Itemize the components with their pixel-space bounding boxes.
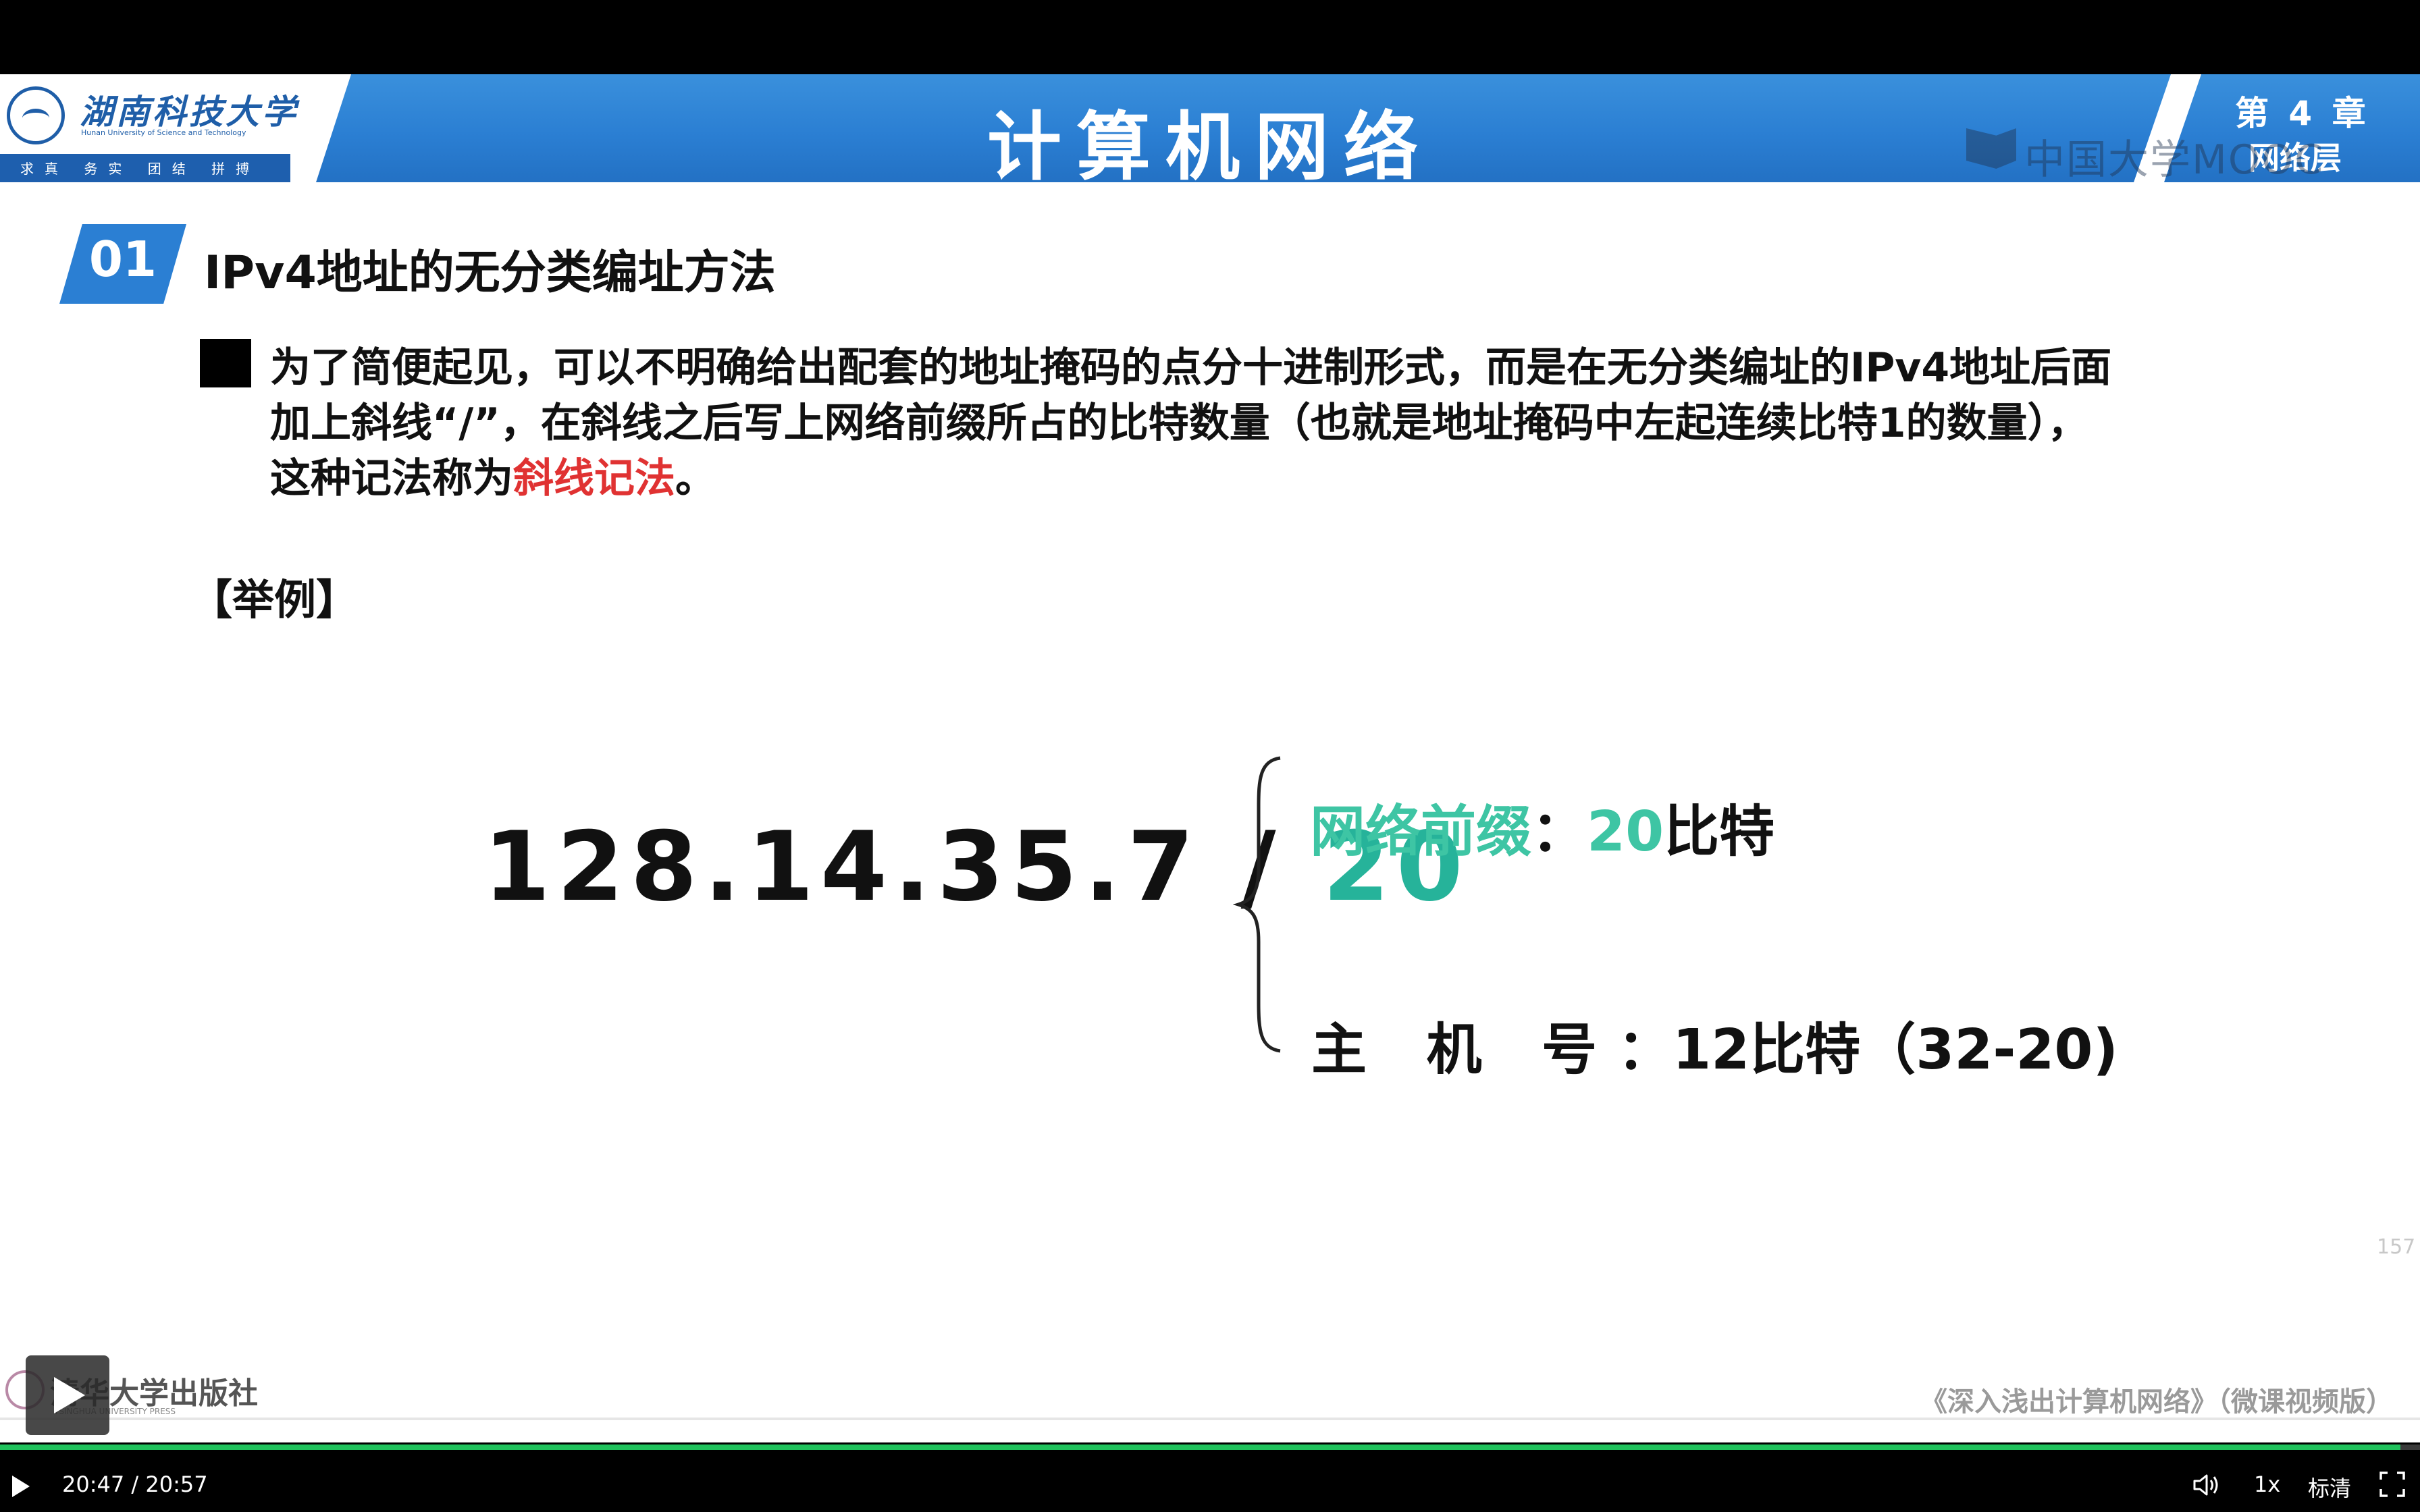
playback-speed-button[interactable]: 1x [2254,1472,2280,1497]
page-mark: 157 [2377,1235,2416,1259]
network-prefix-label: 网络前缀：20比特 [1310,786,1774,867]
host-number-key: 主 机 号 [1311,1018,1618,1082]
paragraph-line-3: 这种记法称为斜线记法。 [270,446,716,504]
play-icon[interactable] [12,1476,30,1497]
quality-button[interactable]: 标清 [2308,1472,2351,1503]
paragraph-line-1: 为了简便起见，可以不明确给出配套的地址掩码的点分十进制形式，而是在无分类编址的I… [270,344,2112,392]
book-title: 《深入浅出计算机网络》（微课视频版） [1920,1386,2393,1418]
paragraph-line-3-suffix: 。 [675,455,716,502]
network-prefix-unit: 比特 [1664,800,1775,864]
host-number-value: 12比特（32-20) [1673,1018,2118,1082]
bullet-square-icon [200,339,251,387]
volume-icon[interactable] [2192,1472,2221,1498]
network-prefix-bits: 20 [1587,800,1664,864]
big-play-button[interactable] [26,1355,109,1435]
fullscreen-icon[interactable] [2379,1472,2405,1497]
ip-address: 128.14.35.7 / [483,811,1323,923]
section-title: IPv4地址的无分类编址方法 [204,246,776,300]
network-prefix-colon: ： [1531,800,1587,864]
section-number: 01 [88,231,157,288]
host-number-colon: ： [1617,1018,1673,1082]
example-label: 【举例】 [190,575,359,624]
current-time: 20:47 [62,1472,125,1497]
curly-brace-icon [1233,756,1281,1053]
slash-notation-highlight: 斜线记法 [513,455,675,502]
duration: 20:57 [145,1472,208,1497]
paragraph-line-3-prefix: 这种记法称为 [270,455,513,502]
progress-bar[interactable] [0,1444,2420,1450]
video-frame[interactable]: 湖南科技大学 Hunan University of Science and T… [0,74,2420,1442]
host-number-label: 主 机 号：12比特（32-20) [1311,1004,2118,1085]
paragraph-line-2: 加上斜线“/”，在斜线之后写上网络前缀所占的比特数量（也就是地址掩码中左起连续比… [270,400,2088,447]
mooc-watermark: 中国大学MOOC [2024,136,2325,184]
progress-fill [0,1444,2401,1450]
network-prefix-key: 网络前缀 [1310,800,1532,864]
time-separator: / [131,1472,139,1497]
time-display: 20:47 / 20:57 [62,1472,208,1497]
